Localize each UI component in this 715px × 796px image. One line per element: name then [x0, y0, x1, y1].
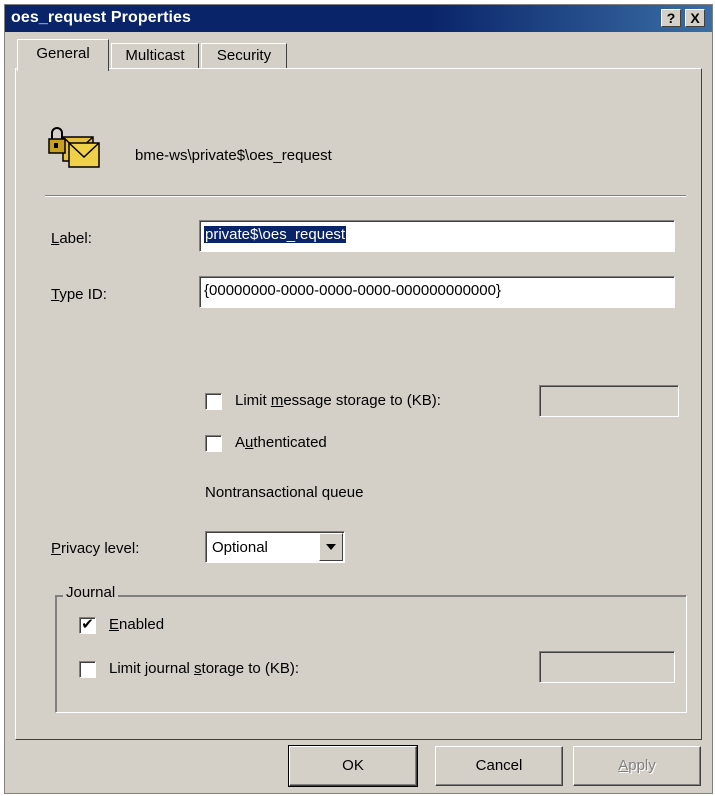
journal-enabled-label: Enabled — [109, 616, 165, 633]
cancel-button[interactable]: Cancel — [435, 746, 563, 786]
properties-dialog: oes_request Properties ? X General Multi… — [4, 4, 713, 794]
queue-path: bme-ws\private$\oes_request — [135, 147, 332, 164]
journal-group-title: Journal — [63, 584, 119, 601]
chevron-down-icon[interactable] — [319, 533, 343, 561]
tab-security[interactable]: Security — [201, 43, 287, 69]
authenticated-label: Authenticated — [235, 434, 327, 451]
queue-envelope-lock-icon — [48, 127, 100, 168]
separator — [45, 195, 686, 197]
type-id-label: Type ID: — [51, 286, 107, 303]
ok-button[interactable]: OK — [288, 745, 418, 787]
apply-button[interactable]: Apply — [573, 746, 701, 786]
transaction-status-text: Nontransactional queue — [205, 484, 364, 501]
message-storage-limit-input[interactable] — [539, 385, 679, 417]
authenticated-checkbox[interactable] — [205, 435, 222, 452]
privacy-level-dropdown[interactable]: Optional — [205, 531, 345, 563]
close-button[interactable]: X — [685, 9, 705, 27]
journal-storage-limit-input[interactable] — [539, 651, 675, 683]
limit-message-storage-label: Limit message storage to (KB): — [235, 392, 441, 409]
type-id-input[interactable]: {00000000-0000-0000-0000-000000000000} — [199, 276, 675, 308]
privacy-level-label: Privacy level: — [51, 540, 140, 557]
limit-journal-storage-label: Limit journal storage to (KB): — [109, 660, 300, 677]
journal-enabled-checkbox[interactable]: ✔ — [79, 617, 96, 634]
label-input[interactable]: private$\oes_request — [199, 220, 675, 252]
limit-message-storage-checkbox[interactable] — [205, 393, 222, 410]
tab-general[interactable]: General — [17, 39, 109, 71]
privacy-level-value: Optional — [212, 539, 268, 556]
title-bar[interactable]: oes_request Properties ? X — [5, 5, 712, 32]
tab-multicast[interactable]: Multicast — [111, 43, 199, 69]
label-field-label: Label: — [51, 230, 92, 247]
limit-journal-storage-checkbox[interactable] — [79, 661, 96, 678]
help-button[interactable]: ? — [661, 9, 681, 27]
window-title: oes_request Properties — [11, 9, 192, 26]
